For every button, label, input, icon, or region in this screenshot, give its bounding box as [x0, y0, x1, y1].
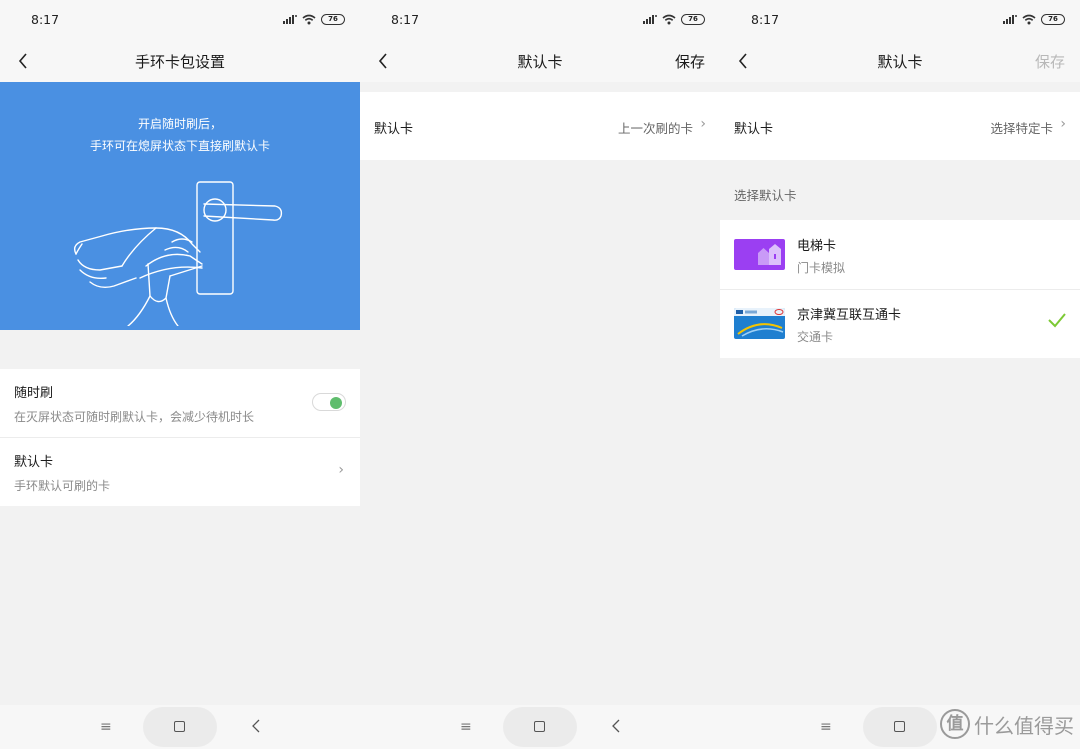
status-bar: 8:17 76 — [720, 0, 1080, 40]
banner-line-2: 手环可在熄屏状态下直接刷默认卡 — [89, 139, 270, 153]
default-card-row[interactable]: 默认卡 上一次刷的卡 › — [360, 92, 720, 160]
default-card-label: 默认卡 — [734, 122, 774, 137]
default-card-subtitle: 手环默认可刷的卡 — [14, 479, 111, 493]
status-time: 8:17 — [751, 12, 780, 27]
header: 默认卡 保存 — [720, 40, 1080, 82]
watermark-logo: 值 — [940, 709, 970, 739]
back-arrow-icon[interactable] — [734, 51, 754, 71]
transit-card-thumbnail — [734, 308, 785, 339]
home-button[interactable] — [143, 707, 217, 747]
page-title: 手环卡包设置 — [134, 53, 225, 71]
wifi-icon — [1022, 14, 1036, 24]
menu-icon[interactable]: ≡ — [820, 719, 832, 735]
header: 手环卡包设置 — [0, 40, 360, 82]
toggle-knob — [330, 397, 342, 409]
status-time: 8:17 — [31, 12, 60, 27]
battery-icon: 76 — [1041, 13, 1065, 25]
watermark: 值 什么值得买 — [940, 709, 1074, 739]
elevator-card-thumbnail — [734, 239, 785, 270]
watermark-text: 什么值得买 — [974, 713, 1074, 738]
quick-swipe-row[interactable]: 随时刷 在灭屏状态可随时刷默认卡，会减少待机时长 — [0, 369, 360, 437]
default-card-value: 选择特定卡 — [990, 121, 1053, 136]
default-card-value: 上一次刷的卡 — [617, 121, 693, 136]
battery-icon: 76 — [321, 13, 345, 25]
wifi-icon — [302, 14, 316, 24]
card-item-elevator[interactable]: 电梯卡 门卡模拟 — [720, 220, 1080, 289]
chevron-right-icon: › — [700, 116, 706, 132]
home-icon — [174, 721, 185, 732]
chevron-right-icon: › — [338, 462, 344, 478]
default-card-row[interactable]: 默认卡 手环默认可刷的卡 › — [0, 438, 360, 506]
status-time: 8:17 — [391, 12, 420, 27]
settings-list: 随时刷 在灭屏状态可随时刷默认卡，会减少待机时长 默认卡 手环默认可刷的卡 › — [0, 369, 360, 506]
status-bar: 8:17 76 — [360, 0, 720, 40]
page-title: 默认卡 — [877, 53, 923, 71]
system-nav-bar: ≡ — [0, 705, 360, 749]
system-nav-bar: ≡ — [360, 705, 720, 749]
status-icons: 76 — [1003, 13, 1065, 25]
banner-line-1: 开启随时刷后， — [137, 117, 222, 131]
default-card-label: 默认卡 — [374, 122, 414, 137]
status-bar: 8:17 76 — [0, 0, 360, 40]
home-icon — [534, 721, 545, 732]
card-type: 门卡模拟 — [797, 261, 846, 275]
save-button[interactable]: 保存 — [1035, 51, 1065, 72]
banner-text: 开启随时刷后， 手环可在熄屏状态下直接刷默认卡 — [0, 113, 360, 157]
home-icon — [894, 721, 905, 732]
back-arrow-icon[interactable] — [374, 51, 394, 71]
default-card-screen: 8:17 76 默认卡 保存 默认卡 上一次刷的卡 › ≡ — [360, 0, 720, 749]
home-button[interactable] — [503, 707, 577, 747]
status-icons: 76 — [283, 13, 345, 25]
card-name: 京津冀互联互通卡 — [797, 308, 902, 323]
chevron-right-icon: › — [1060, 116, 1066, 132]
quick-swipe-subtitle: 在灭屏状态可随时刷默认卡，会减少待机时长 — [14, 410, 255, 424]
back-nav-icon[interactable] — [251, 719, 261, 733]
checkmark-icon — [1048, 313, 1066, 328]
back-arrow-icon[interactable] — [14, 51, 34, 71]
wifi-icon — [662, 14, 676, 24]
default-card-row[interactable]: 默认卡 选择特定卡 › — [720, 92, 1080, 160]
card-item-transit[interactable]: 京津冀互联互通卡 交通卡 — [720, 289, 1080, 358]
page-title: 默认卡 — [517, 53, 563, 71]
feature-banner: 开启随时刷后， 手环可在熄屏状态下直接刷默认卡 — [0, 82, 360, 330]
status-icons: 76 — [643, 13, 705, 25]
back-nav-icon[interactable] — [611, 719, 621, 733]
menu-icon[interactable]: ≡ — [100, 719, 112, 735]
section-title: 选择默认卡 — [734, 188, 797, 203]
quick-swipe-title: 随时刷 — [14, 386, 54, 401]
select-card-screen: 8:17 76 默认卡 保存 默认卡 选择特定卡 › 选择默认卡 电梯卡 门卡模… — [720, 0, 1080, 749]
save-button[interactable]: 保存 — [675, 51, 705, 72]
card-type: 交通卡 — [797, 330, 834, 344]
card-list: 电梯卡 门卡模拟 京津冀互联互通卡 交通卡 — [720, 220, 1080, 358]
battery-icon: 76 — [681, 13, 705, 25]
default-card-title: 默认卡 — [14, 455, 54, 470]
header: 默认卡 保存 — [360, 40, 720, 82]
menu-icon[interactable]: ≡ — [460, 719, 472, 735]
signal-icon — [1003, 15, 1017, 24]
signal-icon — [643, 15, 657, 24]
signal-icon — [283, 15, 297, 24]
card-name: 电梯卡 — [797, 239, 837, 254]
home-button[interactable] — [863, 707, 937, 747]
quick-swipe-toggle[interactable] — [312, 393, 346, 411]
hand-door-illustration — [73, 181, 283, 326]
settings-screen: 8:17 76 手环卡包设置 开启随时刷后， 手环可在熄屏状态下直接刷默认卡 随… — [0, 0, 360, 749]
